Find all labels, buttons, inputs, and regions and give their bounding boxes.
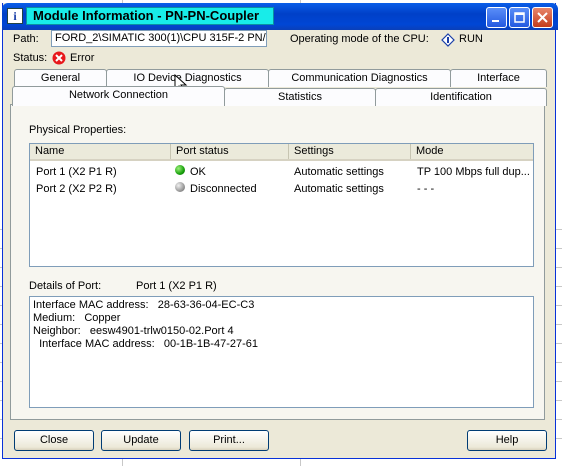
status-disconnected-icon xyxy=(175,182,185,192)
path-field[interactable]: FORD_2\SIMATIC 300(1)\CPU 315F-2 PN/D xyxy=(51,30,267,47)
details-label: Details of Port: xyxy=(29,280,102,292)
details-port-value: Port 1 (X2 P1 R) xyxy=(136,280,217,292)
status-value: Error xyxy=(70,52,95,64)
path-label: Path: xyxy=(13,33,39,45)
column-name[interactable]: Name xyxy=(30,144,171,159)
update-button[interactable]: Update xyxy=(101,430,181,451)
column-settings[interactable]: Settings xyxy=(289,144,411,159)
tab-network-connection[interactable]: Network Connection xyxy=(12,86,225,106)
minimize-button[interactable] xyxy=(486,7,507,28)
details-line: Medium: Copper xyxy=(33,312,121,324)
info-icon: i xyxy=(7,8,23,24)
tab-communication-diagnostics[interactable]: Communication Diagnostics xyxy=(268,69,451,87)
operating-mode-value: RUN xyxy=(459,33,483,45)
tab-identification[interactable]: Identification xyxy=(375,88,547,106)
run-mode-icon xyxy=(441,33,455,50)
close-icon xyxy=(537,12,548,23)
port-name: Port 2 (X2 P2 R) xyxy=(36,183,117,195)
port-mode: - - - xyxy=(417,183,435,195)
port-mode: TP 100 Mbps full dup... xyxy=(417,166,530,178)
column-port-status[interactable]: Port status xyxy=(171,144,289,159)
ports-list-header: Name Port status Settings Mode xyxy=(30,144,533,161)
details-line: Neighbor: eesw4901-trlw0150-02.Port 4 xyxy=(33,325,234,337)
maximize-button[interactable] xyxy=(509,7,530,28)
tab-interface[interactable]: Interface xyxy=(450,69,547,87)
port-name: Port 1 (X2 P1 R) xyxy=(36,166,117,178)
port-details-box[interactable]: Interface MAC address: 28-63-36-04-EC-C3… xyxy=(29,296,534,408)
title-bar[interactable]: i Module Information - PN-PN-Coupler xyxy=(2,3,558,30)
details-line: Interface MAC address: 28-63-36-04-EC-C3 xyxy=(33,299,255,311)
tab-general[interactable]: General xyxy=(14,69,107,87)
print-button[interactable]: Print... xyxy=(189,430,269,451)
details-line: Interface MAC address: 00-1B-1B-47-27-61 xyxy=(33,338,258,350)
ports-list[interactable]: Name Port status Settings Mode Port 1 (X… xyxy=(29,143,534,267)
close-window-button[interactable] xyxy=(532,7,553,28)
port-status: Disconnected xyxy=(190,183,257,195)
physical-properties-label: Physical Properties: xyxy=(29,124,127,136)
port-status: OK xyxy=(190,166,206,178)
operating-mode-label: Operating mode of the CPU: xyxy=(290,33,429,45)
maximize-icon xyxy=(514,12,525,23)
port-settings: Automatic settings xyxy=(294,166,384,178)
minimize-icon xyxy=(492,20,499,22)
column-mode[interactable]: Mode xyxy=(411,144,533,159)
close-button[interactable]: Close xyxy=(14,430,94,451)
port-settings: Automatic settings xyxy=(294,183,384,195)
tab-statistics[interactable]: Statistics xyxy=(224,88,376,106)
status-ok-icon xyxy=(175,165,185,175)
window-title: Module Information - PN-PN-Coupler xyxy=(26,7,274,25)
help-button[interactable]: Help xyxy=(467,430,547,451)
status-label: Status: xyxy=(13,52,48,64)
error-icon xyxy=(52,51,66,68)
